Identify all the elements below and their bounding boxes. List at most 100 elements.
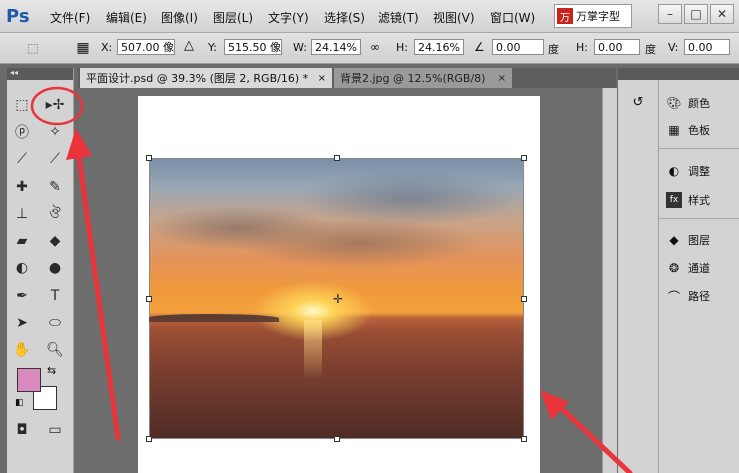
panel-label: 样式	[688, 194, 710, 207]
panel-label: 色板	[688, 124, 710, 137]
panel-layers[interactable]: ◆ 图层	[666, 229, 710, 251]
swatches-icon: ▦	[668, 123, 680, 137]
menu-select[interactable]: 选择(S)	[324, 9, 365, 26]
hskew-field[interactable]: 0.00	[594, 39, 640, 55]
minimize-button[interactable]: –	[658, 4, 682, 24]
reference-point-icon[interactable]: ▦	[72, 38, 94, 58]
tool-preset-icon[interactable]: ⬚	[22, 38, 44, 58]
dodge-tool-icon[interactable]: ●	[44, 257, 66, 279]
photo-horizon-land	[149, 314, 279, 322]
toolbox-header: ◂◂	[7, 68, 73, 80]
height-field[interactable]: 24.16%	[414, 39, 464, 55]
panel-paths[interactable]: ⌒ 路径	[666, 285, 710, 307]
photo-sun-reflection	[304, 320, 322, 380]
menu-view[interactable]: 视图(V)	[433, 9, 475, 26]
menu-layer[interactable]: 图层(L)	[213, 9, 253, 26]
styles-icon: fx	[666, 192, 682, 208]
panel-label: 通道	[688, 262, 710, 275]
hskew-label: H:	[576, 41, 588, 54]
x-position-field[interactable]: 507.00 像素	[117, 39, 175, 55]
swap-colors-icon[interactable]: ⇆	[47, 364, 56, 377]
panel-adjustments[interactable]: ◐ 调整	[666, 160, 710, 182]
transform-handle-bottom-right[interactable]	[521, 436, 527, 442]
menu-file[interactable]: 文件(F)	[50, 9, 90, 26]
angle-icon: ∠	[474, 40, 485, 54]
adjustments-icon: ◐	[668, 164, 680, 178]
hand-tool-icon[interactable]: ✋	[11, 339, 33, 361]
eraser-tool-icon[interactable]: ▰	[11, 230, 33, 252]
panel-label: 图层	[688, 234, 710, 247]
panel-swatches[interactable]: ▦ 色板	[666, 119, 710, 141]
transform-handle-top[interactable]	[334, 155, 340, 161]
tab-document-inactive[interactable]: 背景2.jpg @ 12.5%(RGB/8) ×	[334, 68, 512, 88]
eyedropper-tool-icon[interactable]: ⟋	[44, 148, 66, 170]
transform-handle-bottom[interactable]	[334, 436, 340, 442]
panel-styles[interactable]: fx 样式	[666, 189, 710, 211]
height-label: H:	[396, 41, 408, 54]
magic-wand-tool-icon[interactable]: ✧	[44, 121, 66, 143]
pen-tool-icon[interactable]: ✒	[11, 285, 33, 307]
panel-label: 颜色	[688, 97, 710, 110]
palette-icon: 🎨︎	[666, 96, 682, 110]
brand-badge: 万 万掌字型	[554, 4, 632, 28]
brand-logo-icon: 万	[557, 8, 573, 24]
marquee-tool-icon[interactable]: ⬚	[11, 94, 33, 116]
history-brush-tool-icon[interactable]: ঔ	[44, 203, 66, 225]
default-colors-icon[interactable]: ◧	[15, 398, 24, 408]
tab-label: 平面设计.psd @ 39.3% (图层 2, RGB/16) *	[86, 72, 309, 85]
zoom-tool-icon[interactable]: 🔍︎	[44, 339, 66, 361]
rotate-unit: 度	[548, 43, 559, 56]
transform-handle-bottom-left[interactable]	[146, 436, 152, 442]
width-field[interactable]: 24.14%	[311, 39, 361, 55]
move-tool-icon[interactable]: ▸✢	[44, 94, 66, 116]
panel-dock-strip	[618, 68, 659, 473]
blur-tool-icon[interactable]: ◐	[11, 257, 33, 279]
transform-center-icon[interactable]: ✛	[332, 293, 344, 305]
type-tool-icon[interactable]: T	[44, 285, 66, 307]
panel-divider	[659, 218, 739, 219]
layers-icon: ◆	[669, 233, 679, 247]
y-position-field[interactable]: 515.50 像素	[224, 39, 282, 55]
path-selection-tool-icon[interactable]: ➤	[11, 312, 33, 334]
vskew-field[interactable]: 0.00	[684, 39, 730, 55]
close-button[interactable]: ✕	[710, 4, 734, 24]
y-label: Y:	[208, 41, 217, 54]
screen-mode-icon[interactable]: ▭	[44, 419, 66, 441]
delta-icon[interactable]: △	[184, 38, 194, 53]
menu-filter[interactable]: 滤镜(T)	[378, 9, 419, 26]
paths-icon: ⌒	[667, 289, 680, 304]
transform-handle-top-right[interactable]	[521, 155, 527, 161]
panel-channels[interactable]: ❂ 通道	[666, 257, 710, 279]
tab-document-active[interactable]: 平面设计.psd @ 39.3% (图层 2, RGB/16) * ×	[80, 68, 332, 88]
lasso-tool-icon[interactable]: ⓟ	[11, 121, 33, 143]
panel-color[interactable]: 🎨︎ 颜色	[666, 92, 710, 114]
brush-tool-icon[interactable]: ✎	[44, 176, 66, 198]
tab-close-icon[interactable]: ×	[498, 73, 506, 84]
link-icon[interactable]: ∞	[370, 40, 380, 54]
panel-divider	[659, 148, 739, 149]
clone-stamp-tool-icon[interactable]: ⊥	[11, 203, 33, 225]
transform-handle-right[interactable]	[521, 296, 527, 302]
width-label: W:	[293, 41, 307, 54]
menu-edit[interactable]: 编辑(E)	[106, 9, 147, 26]
quick-mask-icon[interactable]: ◘	[11, 419, 33, 441]
rotate-field[interactable]: 0.00	[492, 39, 544, 55]
foreground-color-swatch[interactable]	[17, 368, 41, 392]
menu-type[interactable]: 文字(Y)	[268, 9, 309, 26]
transform-handle-left[interactable]	[146, 296, 152, 302]
shape-tool-icon[interactable]: ⬭	[44, 312, 66, 334]
transform-handle-top-left[interactable]	[146, 155, 152, 161]
maximize-button[interactable]: □	[684, 4, 708, 24]
panel-label: 调整	[688, 165, 710, 178]
vertical-scrollbar[interactable]	[602, 88, 617, 473]
crop-tool-icon[interactable]: ⟋	[11, 148, 33, 170]
vskew-label: V:	[668, 41, 679, 54]
history-panel-icon[interactable]: ↺	[628, 92, 648, 112]
panel-label: 路径	[688, 290, 710, 303]
tab-close-icon[interactable]: ×	[318, 73, 326, 84]
paint-bucket-tool-icon[interactable]: ◆	[44, 230, 66, 252]
panel-dock-header	[618, 68, 739, 80]
menu-image[interactable]: 图像(I)	[161, 9, 198, 26]
healing-brush-tool-icon[interactable]: ✚	[11, 176, 33, 198]
menu-window[interactable]: 窗口(W)	[490, 9, 535, 26]
